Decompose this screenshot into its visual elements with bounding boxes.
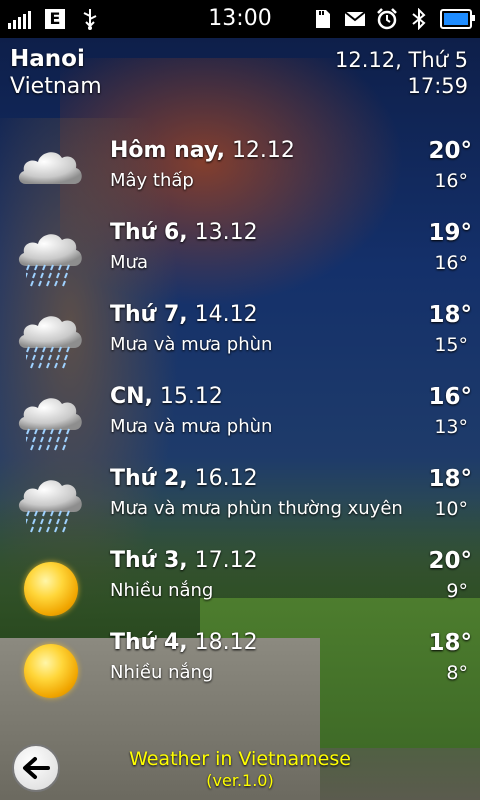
- forecast-description: Mưa và mưa phùn: [110, 416, 273, 437]
- forecast-low-temp: 8°: [446, 662, 468, 684]
- forecast-weekday: Thứ 3,: [110, 548, 188, 573]
- sun-icon: [12, 632, 86, 702]
- country-name: Vietnam: [10, 74, 102, 99]
- sd-card-icon: [312, 8, 334, 30]
- sun-icon: [12, 550, 86, 620]
- forecast-weekday: Thứ 2,: [110, 466, 188, 491]
- forecast-high-temp: 16°: [428, 384, 472, 410]
- forecast-low-temp: 16°: [434, 252, 468, 274]
- forecast-weekday: Thứ 7,: [110, 302, 188, 327]
- forecast-low-temp: 13°: [434, 416, 468, 438]
- app-title: Weather in Vietnamese: [129, 748, 351, 770]
- forecast-date: 15.12: [159, 384, 223, 409]
- forecast-low-temp: 10°: [434, 498, 468, 520]
- status-bar: E 13:00: [0, 0, 480, 38]
- forecast-day: Thứ 6, 13.12: [110, 220, 258, 245]
- city-name: Hanoi: [10, 46, 85, 72]
- cloud-icon: [12, 140, 86, 210]
- message-icon: [344, 8, 366, 30]
- forecast-day: Thứ 3, 17.12: [110, 548, 258, 573]
- forecast-weekday: CN,: [110, 384, 153, 409]
- forecast-day: CN, 15.12: [110, 384, 223, 409]
- forecast-date: 12.12: [231, 138, 295, 163]
- forecast-row: Thứ 6, 13.12 Mưa 19° 16°: [0, 220, 480, 300]
- forecast-date: 17.12: [194, 548, 258, 573]
- rain-cloud-icon: [12, 386, 86, 456]
- forecast-low-temp: 15°: [434, 334, 468, 356]
- forecast-row: Thứ 4, 18.12 Nhiều nắng 18° 8°: [0, 630, 480, 710]
- forecast-high-temp: 19°: [428, 220, 472, 246]
- forecast-row: Thứ 7, 14.12 Mưa và mưa phùn 18° 15°: [0, 302, 480, 382]
- forecast-row: Thứ 2, 16.12 Mưa và mưa phùn thường xuyên…: [0, 466, 480, 546]
- forecast-high-temp: 18°: [428, 302, 472, 328]
- forecast-weekday: Thứ 6,: [110, 220, 188, 245]
- forecast-description: Mưa và mưa phùn thường xuyên: [110, 498, 403, 519]
- forecast-description: Mưa: [110, 252, 148, 273]
- app-version: (ver.1.0): [206, 771, 274, 790]
- forecast-row: Hôm nay, 12.12 Mây thấp 20° 16°: [0, 138, 480, 218]
- rain-cloud-icon: [12, 304, 86, 374]
- forecast-date: 14.12: [194, 302, 258, 327]
- location-header: Hanoi Vietnam 12.12, Thứ 5 17:59: [10, 46, 468, 102]
- forecast-day: Thứ 7, 14.12: [110, 302, 258, 327]
- forecast-weekday: Hôm nay,: [110, 138, 225, 163]
- forecast-description: Nhiều nắng: [110, 580, 214, 601]
- rain-cloud-icon: [12, 222, 86, 292]
- forecast-description: Mây thấp: [110, 170, 194, 191]
- forecast-description: Nhiều nắng: [110, 662, 214, 683]
- forecast-low-temp: 9°: [446, 580, 468, 602]
- current-date: 12.12, Thứ 5: [335, 48, 468, 72]
- forecast-high-temp: 18°: [428, 630, 472, 656]
- forecast-day: Thứ 4, 18.12: [110, 630, 258, 655]
- forecast-date: 16.12: [194, 466, 258, 491]
- forecast-high-temp: 18°: [428, 466, 472, 492]
- forecast-date: 18.12: [194, 630, 258, 655]
- battery-icon: [440, 9, 475, 29]
- forecast-high-temp: 20°: [428, 548, 472, 574]
- forecast-row: Thứ 3, 17.12 Nhiều nắng 20° 9°: [0, 548, 480, 628]
- current-time: 17:59: [407, 74, 468, 98]
- forecast-description: Mưa và mưa phùn: [110, 334, 273, 355]
- forecast-weekday: Thứ 4,: [110, 630, 188, 655]
- forecast-high-temp: 20°: [428, 138, 472, 164]
- bluetooth-icon: [408, 8, 430, 30]
- forecast-low-temp: 16°: [434, 170, 468, 192]
- forecast-day: Thứ 2, 16.12: [110, 466, 258, 491]
- rain-cloud-icon: [12, 468, 86, 538]
- alarm-icon: [376, 8, 398, 30]
- forecast-date: 13.12: [194, 220, 258, 245]
- forecast-day: Hôm nay, 12.12: [110, 138, 295, 163]
- forecast-row: CN, 15.12 Mưa và mưa phùn 16° 13°: [0, 384, 480, 464]
